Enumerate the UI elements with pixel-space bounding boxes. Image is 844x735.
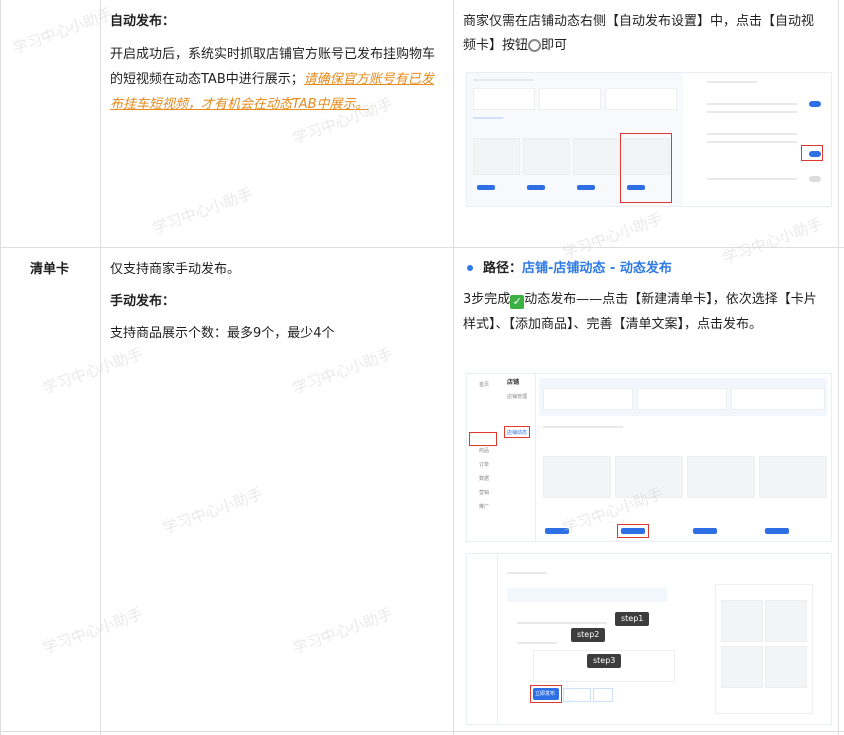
row2-right-cell: 路径：店铺-店铺动态 - 动态发布 3步完成 ✓ 动态发布——点击【新建清单卡】，依…	[463, 257, 827, 337]
table-row-divider-bottom	[0, 731, 844, 732]
auto-publish-instruction: 商家仅需在店铺动态右侧【自动发布设置】中，点击【自动视频卡】按钮	[463, 14, 815, 53]
check-icon: ✓	[510, 295, 525, 309]
highlight-box	[620, 133, 672, 203]
manual-publish-heading: 手动发布：	[110, 294, 176, 309]
auto-publish-desc: 开启成功后，系统实时抓取店铺官方账号已发布挂购物车的短视频在动态TAB中进行展示…	[110, 42, 440, 117]
bullet-icon	[467, 264, 473, 271]
table-row-divider	[0, 247, 844, 248]
checklist-card-label: 清单卡	[30, 262, 70, 277]
item-count-text: 支持商品展示个数：最多9个，最少4个	[110, 326, 335, 341]
table-divider-col2	[453, 0, 454, 735]
step1-label: step1	[615, 612, 650, 626]
row1-middle-cell: 自动发布： 开启成功后，系统实时抓取店铺官方账号已发布挂购物车的短视频在动态TA…	[110, 10, 440, 117]
path-value[interactable]: 店铺-店铺动态 - 动态发布	[522, 261, 672, 276]
screenshot3-sidebar	[467, 554, 498, 724]
step2-label: step2	[571, 628, 606, 642]
screenshot2-sidebar-title: 店铺	[507, 379, 520, 386]
path-label: 路径：	[483, 261, 523, 276]
create-checklist-screenshot: step1 step2 step3 立即发布	[466, 553, 832, 725]
auto-publish-screenshot	[466, 72, 832, 207]
auto-publish-heading: 自动发布：	[110, 14, 176, 29]
screenshot1-settings-panel	[693, 73, 823, 206]
step3-label: step3	[587, 654, 622, 668]
table-border-right	[838, 0, 839, 735]
row1-right-cell: 商家仅需在店铺动态右侧【自动发布设置】中，点击【自动视频卡】按钮 即可	[463, 10, 825, 58]
path-line: 路径：店铺-店铺动态 - 动态发布	[463, 257, 827, 281]
steps-text-start: 3步完成	[463, 292, 511, 307]
screenshot2-sidebar: 店铺 首页 店铺管理 店铺动态 商品 订单 数据 营销 推广	[467, 374, 536, 541]
table-divider-col1	[100, 0, 101, 735]
auto-publish-instruction-end: 即可	[541, 38, 568, 53]
toggle-circle-icon	[528, 39, 542, 52]
steps-instruction: 3步完成 ✓ 动态发布——点击【新建清单卡】，依次选择【卡片样式】、【添加商品】、完…	[463, 287, 827, 337]
screenshot1-main-panel	[467, 73, 683, 206]
manual-only-text: 仅支持商家手动发布。	[110, 262, 241, 277]
shop-dynamic-screenshot: 店铺 首页 店铺管理 店铺动态 商品 订单 数据 营销 推广	[466, 373, 832, 542]
row2-middle-cell: 仅支持商家手动发布。 手动发布： 支持商品展示个数：最多9个，最少4个	[110, 258, 440, 346]
table-border-left	[0, 0, 1, 735]
